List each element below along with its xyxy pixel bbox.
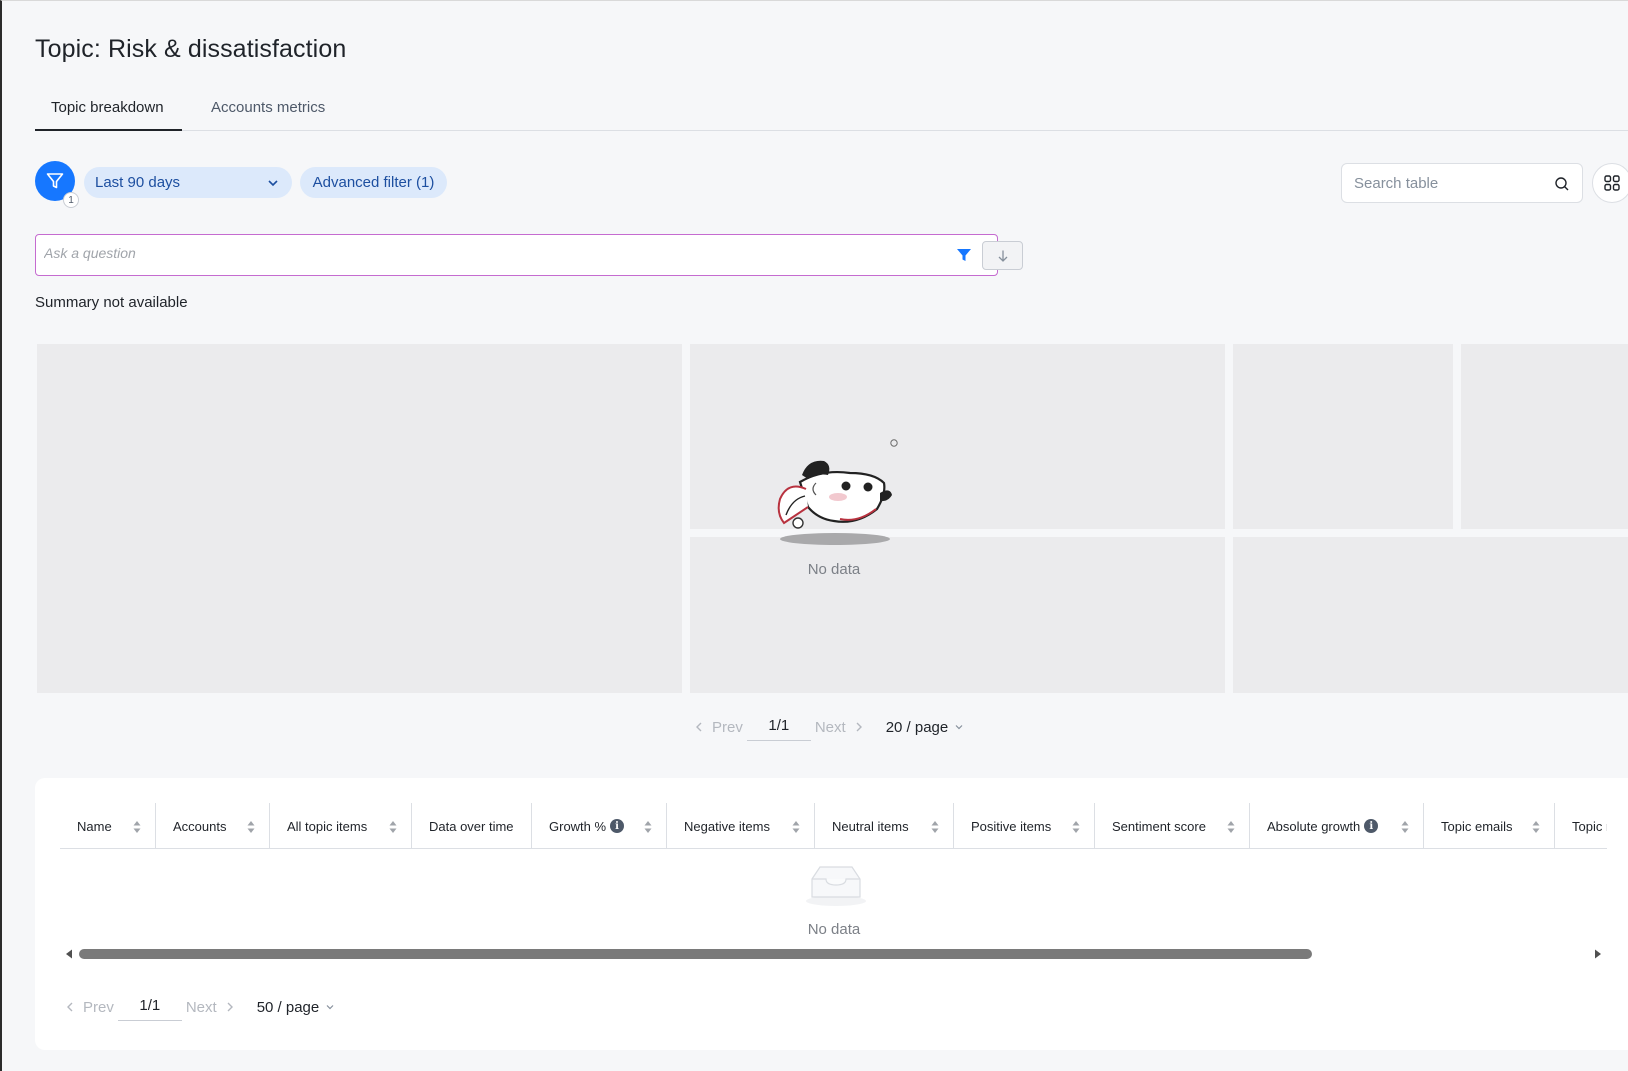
next-page-button[interactable]: Next	[815, 719, 864, 736]
column-header-data-over-time: Data over time	[412, 803, 532, 848]
column-header-accounts[interactable]: Accounts	[156, 803, 270, 848]
arrow-down-icon	[998, 250, 1007, 262]
treemap-tile	[1461, 344, 1628, 529]
page-size-select[interactable]: 50 / page	[257, 999, 336, 1016]
prev-label: Prev	[83, 998, 114, 1016]
column-header-all-topic-items[interactable]: All topic items	[270, 803, 412, 848]
sort-icon[interactable]	[644, 820, 652, 834]
treemap-pagination: Prev 1/1 Next 20 / page	[694, 713, 964, 741]
search-table-input[interactable]	[1354, 174, 1544, 192]
sort-icon[interactable]	[389, 820, 397, 834]
page-size-label: 50 / page	[256, 998, 320, 1016]
search-icon[interactable]	[1554, 176, 1570, 192]
treemap-tile	[690, 344, 1225, 529]
column-header-sentiment-score[interactable]: Sentiment score	[1095, 803, 1250, 848]
chevron-left-icon	[67, 1002, 73, 1012]
layout-toggle-button[interactable]	[1592, 163, 1628, 203]
table-empty-text: No data	[807, 921, 861, 938]
sort-icon[interactable]	[1401, 820, 1409, 834]
sort-icon[interactable]	[247, 820, 255, 834]
ask-question-bar	[35, 234, 1023, 276]
column-label: Positive items	[971, 818, 1052, 834]
table-pagination: Prev 1/1 Next 50 / page	[65, 993, 335, 1021]
column-header-neutral-items[interactable]: Neutral items	[815, 803, 954, 848]
page-size-select[interactable]: 20 / page	[886, 719, 965, 736]
chevron-left-icon	[696, 722, 702, 732]
download-button[interactable]	[982, 241, 1023, 270]
prev-label: Prev	[712, 718, 743, 736]
advanced-filter-button[interactable]: Advanced filter (1)	[300, 167, 447, 198]
column-label: Neutral items	[832, 818, 909, 834]
sort-icon[interactable]	[931, 820, 939, 834]
info-icon[interactable]: i	[610, 819, 625, 833]
summary-text: Summary not available	[35, 294, 188, 311]
column-label: Topic r	[1572, 818, 1607, 834]
chevron-down-icon	[955, 725, 963, 730]
empty-inbox-icon	[806, 866, 866, 906]
page-indicator[interactable]: 1/1	[746, 713, 811, 741]
table-header: Name Accounts All topic items Data over …	[60, 803, 1607, 849]
chevron-right-icon	[227, 1002, 233, 1012]
column-header-topic-emails[interactable]: Topic emails	[1424, 803, 1555, 848]
column-label: Accounts	[173, 818, 227, 834]
filter-icon[interactable]	[956, 247, 972, 263]
sort-icon[interactable]	[1532, 820, 1540, 834]
chevron-right-icon	[856, 722, 862, 732]
column-label: Topic emails	[1441, 818, 1513, 834]
column-label: Data over time	[429, 818, 514, 834]
column-label: Sentiment score	[1112, 818, 1206, 834]
page-title: Topic: Risk & dissatisfaction	[35, 35, 347, 63]
chevron-down-icon	[268, 180, 278, 187]
sort-icon[interactable]	[1227, 820, 1235, 834]
treemap-empty-text: No data	[807, 561, 861, 578]
column-header-negative-items[interactable]: Negative items	[667, 803, 815, 848]
search-table-field	[1341, 163, 1583, 203]
column-label: Negative items	[684, 818, 770, 834]
column-header-name[interactable]: Name	[60, 803, 156, 848]
scroll-left-icon[interactable]	[66, 949, 72, 959]
sort-icon[interactable]	[792, 820, 800, 834]
date-range-select[interactable]: Last 90 days	[84, 167, 292, 198]
next-label: Next	[185, 998, 217, 1016]
column-label: Absolute growth	[1267, 818, 1361, 834]
empty-illustration-icon	[777, 439, 898, 545]
treemap-tile	[1233, 344, 1453, 529]
column-header-topic-r[interactable]: Topic r	[1555, 803, 1607, 848]
tab-topic-breakdown[interactable]: Topic breakdown	[35, 91, 182, 131]
column-label: Growth %	[549, 818, 607, 834]
sort-icon[interactable]	[1072, 820, 1080, 834]
column-label: All topic items	[287, 818, 368, 834]
date-range-label: Last 90 days	[95, 174, 181, 191]
chevron-down-icon	[326, 1005, 334, 1010]
filter-count-badge: 1	[63, 192, 79, 208]
tab-accounts-metrics[interactable]: Accounts metrics	[195, 91, 341, 131]
column-label: Name	[77, 818, 112, 834]
column-header-absolute-growth[interactable]: Absolute growth i	[1250, 803, 1424, 848]
prev-page-button[interactable]: Prev	[65, 999, 114, 1016]
ask-question-input[interactable]	[44, 245, 904, 261]
sort-icon[interactable]	[133, 820, 141, 834]
filter-icon	[46, 173, 64, 189]
column-header-positive-items[interactable]: Positive items	[954, 803, 1095, 848]
scroll-right-icon[interactable]	[1595, 949, 1601, 959]
column-header-growth-percent[interactable]: Growth % i	[532, 803, 667, 848]
page-indicator[interactable]: 1/1	[117, 993, 182, 1021]
next-page-button[interactable]: Next	[186, 999, 235, 1016]
scrollbar-thumb[interactable]	[79, 949, 1312, 959]
grid-icon	[1604, 175, 1620, 191]
treemap-tile	[1233, 537, 1628, 693]
treemap-tile	[37, 344, 682, 693]
tab-bar: Topic breakdown Accounts metrics	[35, 91, 1628, 131]
prev-page-button[interactable]: Prev	[694, 719, 743, 736]
page-size-label: 20 / page	[885, 718, 949, 736]
info-icon[interactable]: i	[1364, 819, 1379, 833]
next-label: Next	[814, 718, 846, 736]
